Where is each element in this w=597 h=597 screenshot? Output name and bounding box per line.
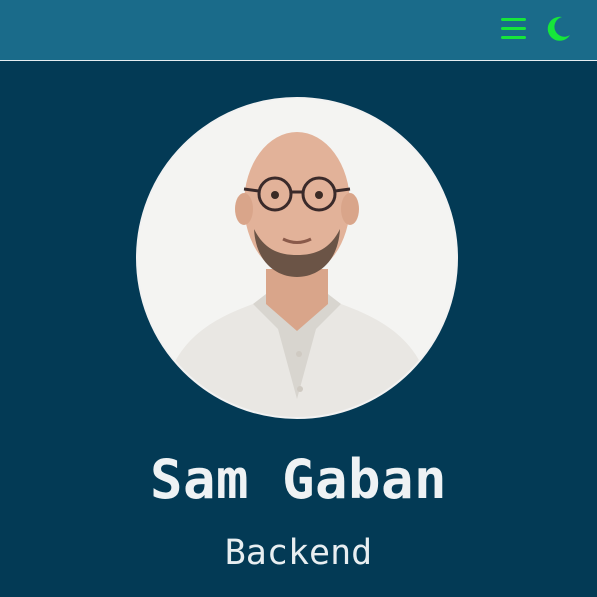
profile-name: Sam Gaban	[149, 448, 448, 511]
profile-page: Sam Gaban Backend	[0, 0, 597, 597]
top-bar	[0, 0, 597, 61]
avatar	[136, 97, 458, 419]
profile-role: Backend	[224, 533, 373, 573]
crescent-moon-icon	[547, 16, 570, 41]
theme-toggle-button[interactable]	[543, 14, 573, 44]
profile-photo	[138, 99, 456, 417]
menu-button[interactable]	[499, 15, 529, 43]
